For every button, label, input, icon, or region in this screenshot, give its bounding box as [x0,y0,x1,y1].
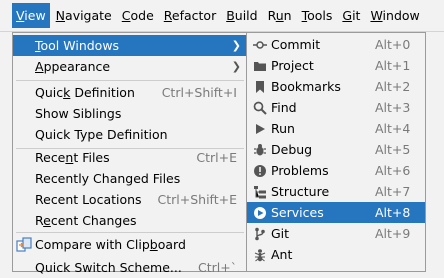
menu-view[interactable]: View [12,3,50,28]
tool-window-git[interactable]: Git Alt+9 [247,223,425,244]
tool-window-problems[interactable]: Problems Alt+6 [247,160,425,181]
project-shortcut: Alt+1 [375,58,411,73]
git-label: Git [271,226,290,241]
recent-changes-item[interactable]: Recent Changes [13,210,247,231]
commit-label: Commit [271,37,321,52]
project-label: Project [271,58,314,73]
services-shortcut: Alt+8 [375,205,411,220]
quick-switch-scheme-label: Quick Switch Scheme... [35,260,182,275]
compare-clipboard-item[interactable]: Compare with Clipboard [13,234,247,255]
problems-shortcut: Alt+6 [375,163,411,178]
commit-shortcut: Alt+0 [375,37,411,52]
bookmarks-shortcut: Alt+2 [375,79,411,94]
recent-locations-item[interactable]: Recent Locations Ctrl+Shift+E [13,189,247,210]
recent-files-item[interactable]: Recent Files Ctrl+E [13,147,247,168]
compare-clipboard-label: Compare with Clipboard [35,237,186,252]
menu-git[interactable]: Git [338,3,364,28]
menu-code[interactable]: Code [118,3,158,28]
view-menu: Tool Windows ❯ Appearance ❯ Quick Defini… [12,32,248,275]
show-siblings-item[interactable]: Show Siblings [13,103,247,124]
recently-changed-files-item[interactable]: Recently Changed Files [13,168,247,189]
appearance-label: Appearance [35,59,111,74]
show-siblings-label: Show Siblings [35,106,122,121]
tool-window-structure[interactable]: Structure Alt+7 [247,181,425,202]
tool-windows-item[interactable]: Tool Windows ❯ [13,35,247,56]
quick-definition-label: Quick Definition [35,85,135,100]
quick-switch-scheme-shortcut: Ctrl+` [198,260,237,275]
menu-window[interactable]: Window [366,3,423,28]
problems-label: Problems [271,163,329,178]
quick-switch-scheme-item[interactable]: Quick Switch Scheme... Ctrl+` [13,257,247,278]
tool-window-bookmarks[interactable]: Bookmarks Alt+2 [247,76,425,97]
quick-definition-item[interactable]: Quick Definition Ctrl+Shift+I [13,82,247,103]
compare-clipboard-icon [16,236,32,253]
bookmarks-label: Bookmarks [271,79,341,94]
bug-icon [253,143,267,157]
git-branch-icon [253,227,267,241]
menu-refactor[interactable]: Refactor [160,3,220,28]
commit-icon [253,38,267,52]
structure-label: Structure [271,184,330,199]
tool-window-find[interactable]: Find Alt+3 [247,97,425,118]
tool-windows-label: Tool Windows [35,38,120,53]
find-shortcut: Alt+3 [375,100,411,115]
tool-windows-submenu: Commit Alt+0 Project Alt+1 Bookmarks Alt… [246,32,426,272]
play-icon [253,122,267,136]
search-icon [253,101,267,115]
find-label: Find [271,100,297,115]
recent-changes-label: Recent Changes [35,213,137,228]
appearance-item[interactable]: Appearance ❯ [13,56,247,77]
services-label: Services [271,205,324,220]
recently-changed-files-label: Recently Changed Files [35,171,181,186]
debug-label: Debug [271,142,313,157]
structure-shortcut: Alt+7 [375,184,411,199]
tool-window-services[interactable]: Services Alt+8 [247,202,425,223]
submenu-arrow-icon: ❯ [231,60,241,73]
separator [16,232,244,233]
menu-tools[interactable]: Tools [298,3,337,28]
menu-build[interactable]: Build [222,3,261,28]
recent-locations-shortcut: Ctrl+Shift+E [157,192,238,207]
recent-locations-label: Recent Locations [35,192,142,207]
bookmark-icon [253,80,267,94]
tool-window-run[interactable]: Run Alt+4 [247,118,425,139]
structure-icon [253,185,267,199]
ant-icon [253,248,267,262]
tool-window-project[interactable]: Project Alt+1 [247,55,425,76]
run-label: Run [271,121,295,136]
menu-run[interactable]: Run [264,3,296,28]
quick-definition-shortcut: Ctrl+Shift+I [161,85,237,100]
menu-bar: View Navigate Code Refactor Build Run To… [0,0,444,32]
tool-window-ant[interactable]: Ant [247,244,425,265]
run-shortcut: Alt+4 [375,121,411,136]
services-icon [253,206,267,220]
submenu-arrow-icon: ❯ [231,39,241,52]
tool-window-debug[interactable]: Debug Alt+5 [247,139,425,160]
quick-type-definition-item[interactable]: Quick Type Definition [13,124,247,145]
menu-navigate[interactable]: Navigate [52,3,116,28]
ant-label: Ant [271,247,293,262]
folder-icon [253,59,267,73]
git-shortcut: Alt+9 [375,226,411,241]
warning-icon [253,164,267,178]
tool-window-commit[interactable]: Commit Alt+0 [247,34,425,55]
recent-files-shortcut: Ctrl+E [196,150,237,165]
quick-type-definition-label: Quick Type Definition [35,127,168,142]
debug-shortcut: Alt+5 [375,142,411,157]
recent-files-label: Recent Files [35,150,110,165]
separator [16,80,244,81]
